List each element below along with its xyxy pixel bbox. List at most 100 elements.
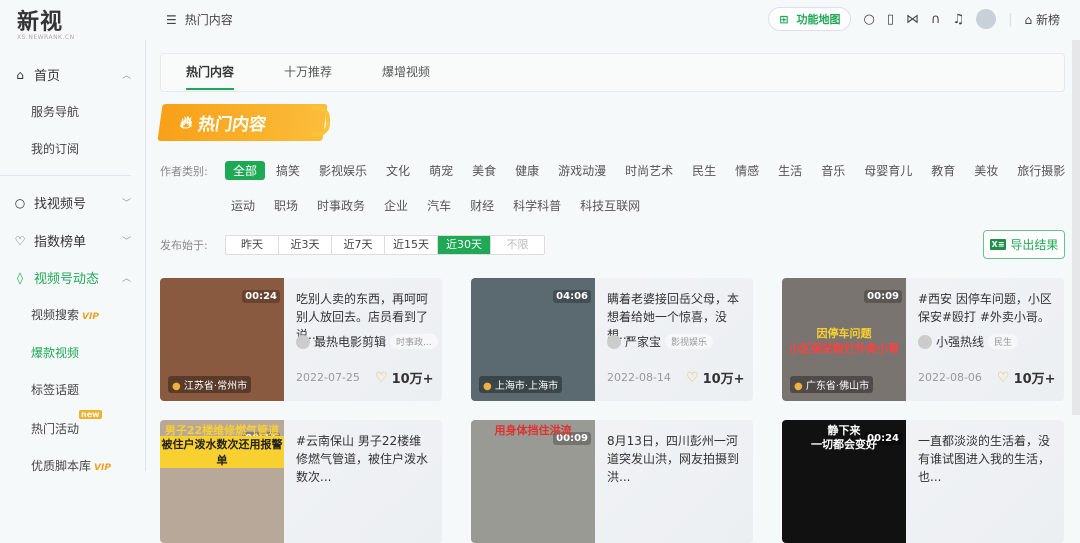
date-option[interactable]: 近30天: [438, 236, 491, 254]
category-option[interactable]: 情感: [727, 161, 767, 180]
date-option[interactable]: 不限: [491, 236, 544, 254]
xinbang-link[interactable]: ⌂ 新榜: [1025, 11, 1060, 28]
video-search-label: 视频搜索: [31, 308, 80, 322]
video-card[interactable]: 00:09 用身体挡住洪流 8月13日，四川彭州一河道突发山洪，网友拍摄到洪...: [471, 420, 753, 543]
location-pin-icon: ●: [483, 381, 495, 392]
category-option[interactable]: 旅行摄影: [1009, 161, 1073, 180]
category-option[interactable]: 游戏动漫: [550, 161, 614, 180]
location-badge: ● 广东省·佛山市: [790, 376, 874, 393]
sidebar-item-home[interactable]: ⌂ 首页 ︿: [12, 65, 131, 85]
video-thumbnail[interactable]: 00:09 用身体挡住洪流: [471, 420, 595, 543]
author-avatar: [607, 334, 621, 349]
thumbnail-caption: 因停车问题: [816, 327, 872, 340]
category-option[interactable]: 母婴育儿: [856, 161, 920, 180]
date-option[interactable]: 近15天: [385, 236, 438, 254]
author-info[interactable]: 最热电影剪辑 时事政...: [296, 333, 438, 350]
vip-badge: VIP: [82, 312, 99, 322]
video-card[interactable]: 00:24 静下来 一切都会变好 一直都淡淡的生活着，没有谁试图进入我的生活，也...: [782, 420, 1064, 543]
video-thumbnail[interactable]: 00:11男子22楼维修燃气管道被住户泼水数次还用报警单: [160, 420, 284, 543]
video-card[interactable]: 04:06 ● 上海市·上海市 瞒着老婆接回岳父母，本想着给她一个惊喜，没想... 严…: [471, 278, 753, 401]
sidebar-item-video-search[interactable]: 视频搜索 VIP: [31, 306, 99, 323]
home-icon: ⌂: [16, 67, 24, 82]
mobile-icon[interactable]: ▯: [887, 12, 894, 27]
tab-hot-content[interactable]: 热门内容: [186, 53, 235, 92]
sidebar-item-subscriptions[interactable]: 我的订阅: [31, 140, 79, 157]
video-title[interactable]: 一直都淡淡的生活着，没有谁试图进入我的生活，也...: [918, 432, 1054, 486]
sidebar-item-script-lib[interactable]: 优质脚本库 VIP: [31, 457, 111, 474]
banner-decoration: [312, 106, 330, 136]
chevron-up-icon: ︿: [121, 274, 131, 284]
category-option[interactable]: 时事政务: [309, 196, 373, 215]
logo[interactable]: 新视 XS.NEWRANK.CN: [17, 4, 75, 41]
bell-icon[interactable]: ♫: [953, 12, 965, 27]
category-option[interactable]: 时尚艺术: [617, 161, 681, 180]
search-icon[interactable]: ○: [863, 12, 874, 27]
author-info[interactable]: 小强热线 民生: [918, 333, 1019, 350]
sidebar-item-hot-events[interactable]: 热门活动 new: [31, 410, 102, 437]
category-option[interactable]: 全部: [225, 161, 266, 180]
thumbnail-caption: 小区保安殴打外卖小哥: [789, 342, 899, 355]
logo-switch-icon[interactable]: ⋈: [906, 12, 919, 27]
likes-value: 10万+: [391, 372, 434, 387]
home-label: 首页: [34, 69, 61, 84]
sidebar-item-hot-videos[interactable]: 爆款视频: [31, 344, 79, 361]
publish-date: 2022-07-25: [296, 371, 360, 384]
category-option[interactable]: 萌宠: [421, 161, 461, 180]
date-option[interactable]: 近3天: [279, 236, 332, 254]
category-option[interactable]: 音乐: [813, 161, 853, 180]
category-option[interactable]: 文化: [378, 161, 418, 180]
sidebar-item-dynamics[interactable]: ◊ 视频号动态 ︿: [12, 268, 131, 288]
avatar[interactable]: [976, 9, 997, 29]
video-card[interactable]: 00:11男子22楼维修燃气管道被住户泼水数次还用报警单#云南保山 男子22楼维…: [160, 420, 442, 543]
likes-count: ♡ 10万+: [375, 368, 434, 388]
category-option[interactable]: 民生: [684, 161, 724, 180]
function-map-button[interactable]: ⊞ 功能地图: [768, 7, 852, 31]
author-name[interactable]: 小强热线: [936, 333, 984, 350]
menu-collapse-icon[interactable]: ☰: [166, 13, 177, 27]
category-option[interactable]: 搞笑: [268, 161, 308, 180]
category-option[interactable]: 美食: [464, 161, 504, 180]
author-name[interactable]: 最热电影剪辑: [314, 333, 386, 350]
video-card[interactable]: 00:24 ● 江苏省·常州市 吃别人卖的东西，再呵呵别人放回去。店员看到了说...…: [160, 278, 442, 401]
drop-icon: ◊: [17, 270, 23, 285]
tab-100k-recommend[interactable]: 十万推荐: [284, 53, 332, 92]
category-option[interactable]: 科技互联网: [572, 196, 648, 215]
banner-title: 热门内容: [196, 115, 268, 135]
category-option[interactable]: 影视娱乐: [311, 161, 375, 180]
sidebar-item-find-channel[interactable]: ○ 找视频号 ﹀: [12, 193, 131, 213]
category-option[interactable]: 运动: [223, 196, 263, 215]
sidebar-item-service-nav[interactable]: 服务导航: [31, 103, 79, 120]
video-thumbnail[interactable]: 04:06 ● 上海市·上海市: [471, 278, 595, 401]
export-results-button[interactable]: X≡ 导出结果: [983, 230, 1065, 259]
category-option[interactable]: 企业: [376, 196, 416, 215]
category-option[interactable]: 财经: [462, 196, 502, 215]
video-title[interactable]: 8月13日，四川彭州一河道突发山洪，网友拍摄到洪...: [607, 432, 743, 486]
category-row-2: 运动 职场 时事政务 企业 汽车 财经 科学科普 科技互联网: [223, 196, 651, 215]
video-thumbnail[interactable]: 00:09 因停车问题 小区保安殴打外卖小哥 ● 广东省·佛山市: [782, 278, 906, 401]
scrollbar[interactable]: [1072, 40, 1080, 415]
category-option[interactable]: 汽车: [419, 196, 459, 215]
category-option[interactable]: 职场: [266, 196, 306, 215]
sidebar-item-tags[interactable]: 标签话题: [31, 381, 79, 398]
category-option[interactable]: 科学科普: [505, 196, 569, 215]
video-thumbnail[interactable]: 00:24 ● 江苏省·常州市: [160, 278, 284, 401]
author-name[interactable]: 严家宝: [625, 333, 661, 350]
category-option[interactable]: 教育: [923, 161, 963, 180]
date-option[interactable]: 昨天: [226, 236, 279, 254]
likes-value: 10万+: [1013, 372, 1056, 387]
video-card[interactable]: 00:09 因停车问题 小区保安殴打外卖小哥 ● 广东省·佛山市 #西安 因停车问题，小…: [782, 278, 1064, 401]
tab-surge-videos[interactable]: 爆增视频: [382, 53, 430, 92]
sidebar-item-rankings[interactable]: ♡ 指数榜单 ﹀: [12, 231, 131, 251]
headset-icon[interactable]: ∩: [931, 12, 941, 27]
dynamics-label: 视频号动态: [34, 272, 100, 287]
date-option[interactable]: 近7天: [332, 236, 385, 254]
category-option[interactable]: 美妆: [966, 161, 1006, 180]
video-title[interactable]: #云南保山 男子22楼维修燃气管道，被住户泼水数次...: [296, 432, 432, 486]
author-info[interactable]: 严家宝 影视娱乐: [607, 333, 714, 350]
function-map-label: 功能地图: [796, 13, 841, 26]
video-thumbnail[interactable]: 00:24 静下来 一切都会变好: [782, 420, 906, 543]
video-title[interactable]: #西安 因停车问题，小区保安#殴打 #外卖小哥。: [918, 290, 1054, 326]
category-option[interactable]: 生活: [770, 161, 810, 180]
category-option[interactable]: 健康: [507, 161, 547, 180]
breadcrumb-current: 热门内容: [184, 13, 233, 27]
